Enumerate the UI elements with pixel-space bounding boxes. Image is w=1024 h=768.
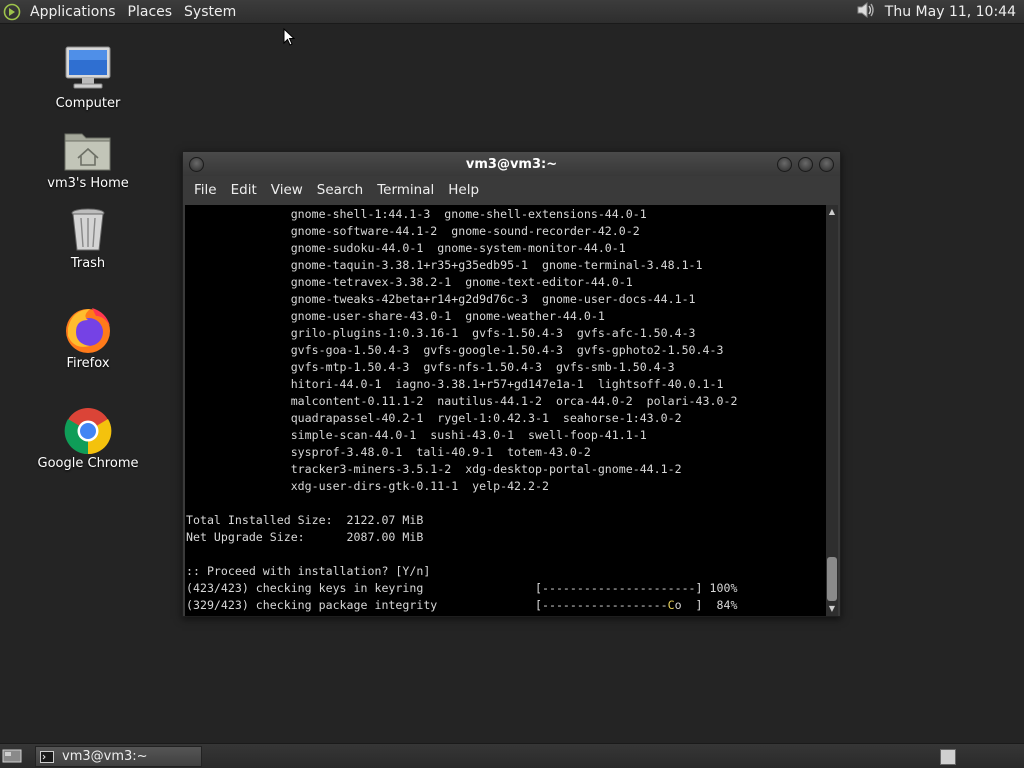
terminal-text: gnome-shell-1:44.1-3 gnome-shell-extensi… <box>185 205 828 614</box>
desktop-icon-trash[interactable]: Trash <box>33 204 143 271</box>
pacman-glyph: C <box>667 598 675 612</box>
terminal-progress-line: (329/423) checking package integrity [--… <box>186 597 828 614</box>
terminal-title: vm3@vm3:~ <box>465 156 558 172</box>
pacman-dot: o <box>674 598 682 612</box>
terminal-line: :: Proceed with installation? [Y/n] <box>186 564 431 578</box>
bottom-panel: vm3@vm3:~ <box>0 743 1024 768</box>
scrollbar-thumb[interactable] <box>827 557 837 601</box>
scroll-down-icon[interactable]: ▼ <box>827 604 837 614</box>
terminal-window[interactable]: vm3@vm3:~ File Edit View Search Terminal… <box>182 151 841 617</box>
applications-menu[interactable]: Applications <box>24 4 122 20</box>
terminal-line: gnome-taquin-3.38.1+r35+g35edb95-1 gnome… <box>186 258 703 272</box>
terminal-line: gnome-software-44.1-2 gnome-sound-record… <box>186 224 640 238</box>
home-folder-icon <box>64 133 111 171</box>
desktop-icon-home[interactable]: vm3's Home <box>33 124 143 191</box>
window-menu-button[interactable] <box>189 157 204 172</box>
progress-line-prefix: (329/423) checking package integrity [--… <box>186 598 668 612</box>
terminal-line: tracker3-miners-3.5.1-2 xdg-desktop-port… <box>186 462 682 476</box>
desktop-icon-computer[interactable]: Computer <box>33 44 143 111</box>
terminal-line: sysprof-3.48.0-1 tali-40.9-1 totem-43.0-… <box>186 445 591 459</box>
desktop-icon-label: Google Chrome <box>37 456 139 471</box>
speaker-icon[interactable] <box>855 0 877 24</box>
minimize-button[interactable] <box>777 157 792 172</box>
terminal-line: gnome-shell-1:44.1-3 gnome-shell-extensi… <box>186 207 647 221</box>
terminal-line: (423/423) checking keys in keyring [----… <box>186 581 738 595</box>
terminal-line: Net Upgrade Size: 2087.00 MiB <box>186 530 424 544</box>
menu-file[interactable]: File <box>187 182 224 198</box>
terminal-titlebar[interactable]: vm3@vm3:~ <box>183 152 840 176</box>
desktop-icon-label: vm3's Home <box>47 176 129 191</box>
computer-icon <box>65 46 111 89</box>
firefox-icon <box>66 308 110 353</box>
trash-icon <box>71 208 105 251</box>
terminal-line: quadrapassel-40.2-1 rygel-1:0.42.3-1 sea… <box>186 411 682 425</box>
taskbar-item-label: vm3@vm3:~ <box>62 749 148 764</box>
distro-logo-icon[interactable] <box>0 0 24 24</box>
menu-terminal[interactable]: Terminal <box>370 182 441 198</box>
workspace-switcher[interactable] <box>940 749 956 765</box>
panel-right-area: Thu May 11, 10:44 <box>855 0 1024 24</box>
system-menu[interactable]: System <box>178 4 242 20</box>
show-desktop-icon[interactable] <box>2 748 22 764</box>
top-panel: Applications Places System Thu May 11, 1… <box>0 0 1024 24</box>
places-menu[interactable]: Places <box>122 4 179 20</box>
terminal-line: malcontent-0.11.1-2 nautilus-44.1-2 orca… <box>186 394 738 408</box>
desktop-icon-label: Computer <box>55 96 121 111</box>
terminal-output[interactable]: gnome-shell-1:44.1-3 gnome-shell-extensi… <box>185 205 828 616</box>
progress-line-suffix: ] 84% <box>681 598 738 612</box>
terminal-line: gnome-sudoku-44.0-1 gnome-system-monitor… <box>186 241 626 255</box>
terminal-line: gnome-user-share-43.0-1 gnome-weather-44… <box>186 309 605 323</box>
maximize-button[interactable] <box>798 157 813 172</box>
menu-view[interactable]: View <box>264 182 310 198</box>
terminal-line: hitori-44.0-1 iagno-3.38.1+r57+gd147e1a-… <box>186 377 724 391</box>
chrome-icon <box>64 408 112 455</box>
terminal-menubar: File Edit View Search Terminal Help <box>183 176 840 204</box>
terminal-icon <box>40 750 54 763</box>
terminal-line: gnome-tetravex-3.38.2-1 gnome-text-edito… <box>186 275 633 289</box>
terminal-line: gnome-tweaks-42beta+r14+g2d9d76c-3 gnome… <box>186 292 696 306</box>
mouse-cursor-icon <box>283 28 295 46</box>
terminal-line: simple-scan-44.0-1 sushi-43.0-1 swell-fo… <box>186 428 647 442</box>
desktop-icon-label: Trash <box>70 256 106 271</box>
menu-search[interactable]: Search <box>310 182 370 198</box>
menu-edit[interactable]: Edit <box>224 182 264 198</box>
terminal-line: gvfs-goa-1.50.4-3 gvfs-google-1.50.4-3 g… <box>186 343 724 357</box>
clock[interactable]: Thu May 11, 10:44 <box>877 4 1020 20</box>
desktop-icon-label: Firefox <box>66 356 110 371</box>
close-button[interactable] <box>819 157 834 172</box>
desktop-icon-chrome[interactable]: Google Chrome <box>33 404 143 471</box>
scroll-up-icon[interactable]: ▲ <box>827 207 837 217</box>
terminal-line: Total Installed Size: 2122.07 MiB <box>186 513 424 527</box>
terminal-line: gvfs-mtp-1.50.4-3 gvfs-nfs-1.50.4-3 gvfs… <box>186 360 675 374</box>
taskbar-item-terminal[interactable]: vm3@vm3:~ <box>35 746 202 767</box>
terminal-line: grilo-plugins-1:0.3.16-1 gvfs-1.50.4-3 g… <box>186 326 696 340</box>
desktop-icon-firefox[interactable]: Firefox <box>33 304 143 371</box>
terminal-scrollbar[interactable]: ▲ ▼ <box>826 205 838 616</box>
terminal-line: xdg-user-dirs-gtk-0.11-1 yelp-42.2-2 <box>186 479 549 493</box>
menu-help[interactable]: Help <box>441 182 486 198</box>
